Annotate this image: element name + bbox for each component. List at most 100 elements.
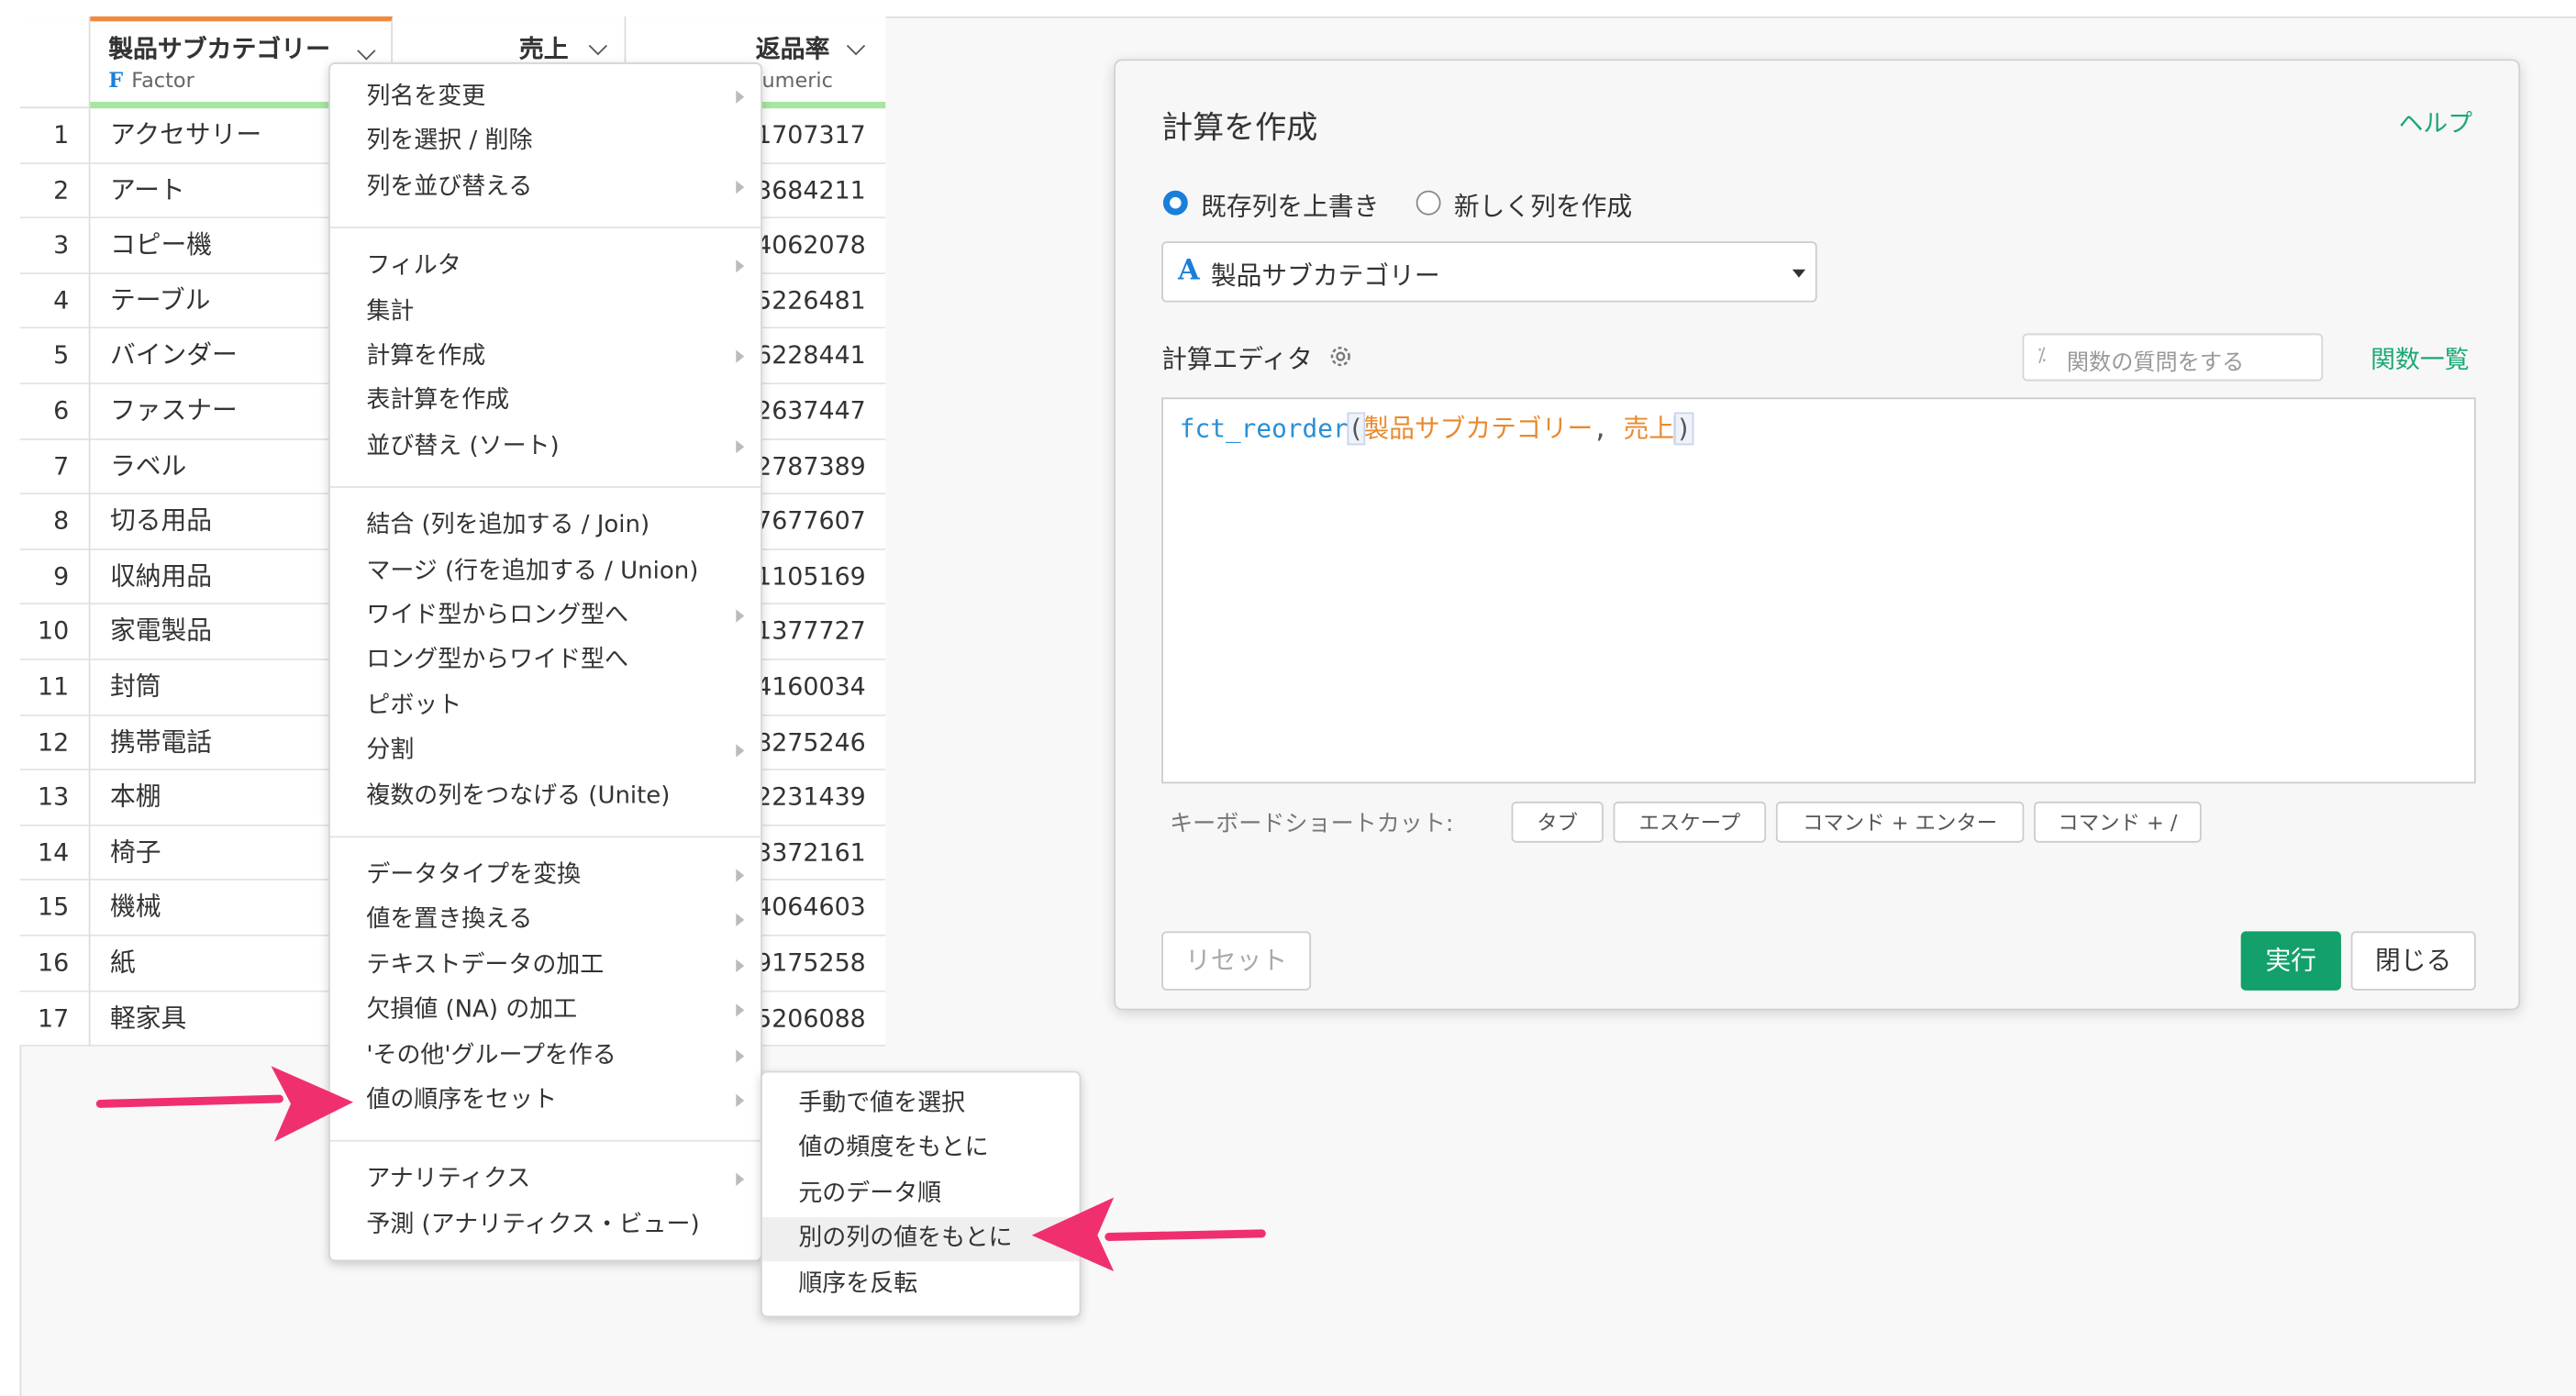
- subcategory-cell[interactable]: 家電製品: [110, 605, 212, 660]
- menu-item-label: 表計算を作成: [366, 388, 510, 415]
- dialog-title: 計算を作成: [1161, 109, 1318, 147]
- submenu-arrow-icon: [736, 1003, 745, 1017]
- subcategory-cell[interactable]: 封筒: [110, 660, 161, 715]
- submenu-item[interactable]: 値の頻度をもとに: [762, 1127, 1080, 1171]
- pointer-arrow-right: [1031, 1197, 1266, 1272]
- subcategory-cell[interactable]: バインダー: [110, 329, 238, 384]
- help-link[interactable]: ヘルプ: [2399, 105, 2473, 140]
- submenu-arrow-icon: [736, 958, 745, 972]
- code-editor[interactable]: fct_reorder(製品サブカテゴリー, 売上): [1161, 397, 2476, 784]
- run-button[interactable]: 実行: [2240, 931, 2341, 991]
- submenu-item[interactable]: 手動で値を選択: [762, 1082, 1080, 1126]
- menu-item[interactable]: 計算を作成: [330, 335, 761, 379]
- subcategory-cell[interactable]: 椅子: [110, 825, 161, 881]
- submenu-item-label: 順序を反転: [798, 1270, 918, 1298]
- menu-item[interactable]: ワイド型からロング型へ: [330, 594, 761, 638]
- function-search-placeholder: 関数の質問をする: [2066, 349, 2245, 377]
- code-paren-close: ): [1674, 412, 1693, 446]
- row-number: 16: [19, 936, 91, 992]
- shortcut-command-enter: コマンド + エンター: [1775, 801, 2025, 843]
- subcategory-cell[interactable]: アクセサリー: [110, 108, 261, 163]
- subcategory-cell[interactable]: 軽家具: [110, 992, 186, 1047]
- chevron-down-icon[interactable]: [846, 37, 866, 56]
- menu-item[interactable]: データタイプを変換: [330, 854, 761, 898]
- subcategory-cell[interactable]: ファスナー: [110, 384, 238, 439]
- subcategory-cell[interactable]: 切る用品: [110, 494, 212, 549]
- function-search-input[interactable]: ⁒ 関数の質問をする: [2022, 333, 2324, 382]
- menu-item[interactable]: ロング型からワイド型へ: [330, 639, 761, 683]
- menu-item[interactable]: 'その他'グループを作る: [330, 1034, 761, 1078]
- submenu-item-label: 元のデータ順: [798, 1180, 942, 1207]
- row-number: 8: [19, 494, 91, 550]
- menu-item[interactable]: アナリティクス: [330, 1158, 761, 1202]
- row-number: 9: [19, 549, 91, 605]
- submenu-arrow-icon: [736, 869, 745, 882]
- menu-item[interactable]: 予測 (アナリティクス・ビュー): [330, 1203, 761, 1247]
- menu-item-label: マージ (行を追加する / Union): [366, 558, 699, 584]
- chevron-down-icon[interactable]: [588, 37, 607, 56]
- menu-item-label: テキストデータの加工: [366, 952, 605, 979]
- magic-wand-icon: ⁒: [2037, 343, 2047, 367]
- menu-item[interactable]: 集計: [330, 290, 761, 334]
- menu-item[interactable]: 列を並び替える: [330, 166, 761, 210]
- menu-item-label: 'その他'グループを作る: [366, 1042, 616, 1069]
- menu-item[interactable]: ピボット: [330, 684, 761, 728]
- new-column-radio-label[interactable]: 新しく列を作成: [1454, 187, 1632, 223]
- subcategory-cell[interactable]: アート: [110, 163, 185, 218]
- close-button[interactable]: 閉じる: [2350, 931, 2476, 991]
- subcategory-cell[interactable]: 本棚: [110, 770, 161, 825]
- subcategory-cell[interactable]: 収納用品: [110, 550, 212, 605]
- menu-item[interactable]: マージ (行を追加する / Union): [330, 549, 761, 593]
- subcategory-cell[interactable]: 機械: [110, 881, 161, 936]
- submenu-arrow-icon: [736, 744, 745, 758]
- column-select-value: 製品サブカテゴリー: [1210, 260, 1440, 291]
- row-number: 11: [19, 659, 91, 716]
- reset-button[interactable]: リセット: [1161, 931, 1312, 991]
- menu-item[interactable]: 値の順序をセット: [330, 1080, 761, 1124]
- chevron-down-icon[interactable]: [357, 41, 376, 61]
- shortcut-escape: エスケープ: [1613, 801, 1767, 843]
- menu-item[interactable]: テキストデータの加工: [330, 944, 761, 988]
- menu-item[interactable]: 列名を変更: [330, 75, 761, 119]
- function-list-link[interactable]: 関数一覧: [2371, 341, 2469, 376]
- menu-item[interactable]: 並び替え (ソート): [330, 425, 761, 469]
- submenu-arrow-icon: [736, 180, 745, 194]
- menu-item[interactable]: 結合 (列を追加する / Join): [330, 504, 761, 548]
- subcategory-cell[interactable]: テーブル: [110, 274, 210, 329]
- menu-item[interactable]: 列を選択 / 削除: [330, 120, 761, 164]
- row-number: 5: [19, 328, 91, 385]
- menu-item[interactable]: 値を置き換える: [330, 899, 761, 943]
- column-select[interactable]: A 製品サブカテゴリー: [1161, 241, 1817, 303]
- menu-item[interactable]: 表計算を作成: [330, 380, 761, 424]
- app-screen: 製品サブカテゴリー F Factor 売上 返品率 Numeric 1 アクセサリ…: [0, 0, 2576, 1396]
- subcategory-cell[interactable]: コピー機: [110, 219, 212, 274]
- context-menu: 列名を変更列を選択 / 削除列を並び替えるフィルタ集計計算を作成表計算を作成並び…: [328, 62, 762, 1262]
- menu-item[interactable]: 欠損値 (NA) の加工: [330, 989, 761, 1033]
- menu-item[interactable]: 分割: [330, 729, 761, 773]
- row-number: 2: [19, 163, 91, 219]
- code-arg-sales: 売上: [1623, 414, 1675, 444]
- menu-item[interactable]: フィルタ: [330, 245, 761, 289]
- menu-item-label: 欠損値 (NA) の加工: [366, 997, 578, 1025]
- menu-item-label: ピボット: [366, 692, 462, 720]
- menu-separator: [329, 1140, 761, 1143]
- menu-item-label: 列を選択 / 削除: [366, 128, 533, 156]
- column-title: 製品サブカテゴリー: [108, 34, 330, 64]
- subcategory-cell[interactable]: 紙: [110, 936, 136, 992]
- column-header-subcategory[interactable]: [19, 16, 91, 109]
- menu-item-label: 結合 (列を追加する / Join): [366, 513, 650, 539]
- character-type-icon: A: [1178, 254, 1200, 288]
- overwrite-radio-label[interactable]: 既存列を上書き: [1201, 187, 1379, 223]
- gear-icon[interactable]: [1327, 343, 1354, 370]
- menu-item-label: フィルタ: [366, 253, 461, 280]
- subcategory-cell[interactable]: ラベル: [110, 439, 186, 494]
- submenu-arrow-icon: [736, 1048, 745, 1062]
- menu-separator: [329, 486, 761, 489]
- column-type-label: Factor: [131, 67, 194, 93]
- menu-item[interactable]: 複数の列をつなげる (Unite): [330, 775, 761, 819]
- return-rate-cell[interactable]: .4160034: [749, 660, 866, 715]
- subcategory-cell[interactable]: 携帯電話: [110, 715, 212, 770]
- overwrite-radio[interactable]: [1162, 190, 1188, 216]
- menu-item-label: 計算を作成: [366, 343, 486, 370]
- new-column-radio[interactable]: [1416, 190, 1441, 216]
